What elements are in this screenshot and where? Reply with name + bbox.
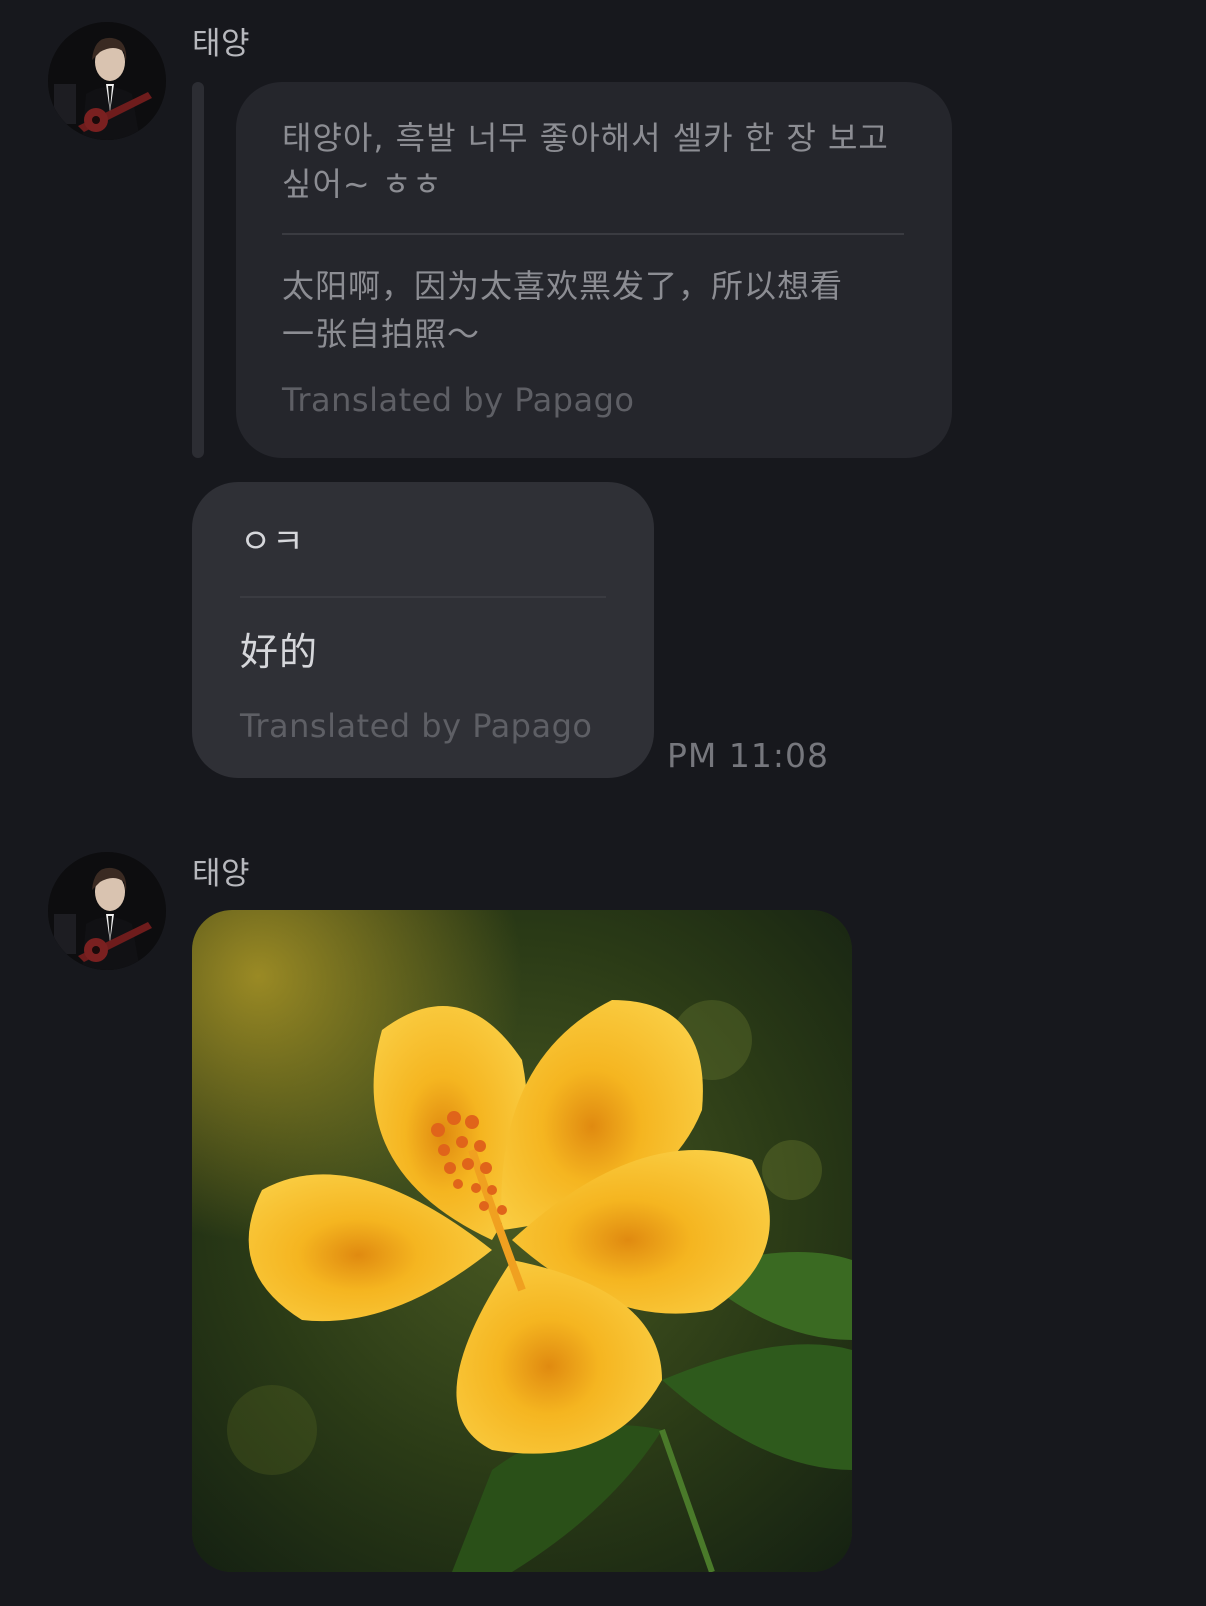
sender-name-2: 태양 [192, 856, 251, 892]
hibiscus-photo-icon [192, 910, 852, 1572]
reply-translation-text: 好的 [240, 630, 319, 674]
avatar-portrait-icon [48, 852, 166, 970]
reply-message-bubble[interactable]: ㅇㅋ 好的 Translated by Papago [192, 482, 654, 778]
reply-translated-by-label: Translated by Papago [240, 707, 593, 745]
quoted-original-line-2: 싶어~ ㅎㅎ [282, 165, 443, 203]
avatar-portrait-icon [48, 22, 166, 140]
image-message[interactable] [192, 910, 852, 1572]
sender-avatar-2[interactable] [48, 852, 166, 970]
quoted-translation-line-2: 一张自拍照～ [282, 315, 481, 353]
reply-quote-bar [192, 82, 204, 458]
reply-translation-divider [240, 596, 606, 598]
quoted-original-line-1: 태양아, 흑발 너무 좋아해서 셀카 한 장 보고 [282, 119, 889, 157]
message-timestamp: PM 11:08 [667, 736, 829, 775]
sender-avatar[interactable] [48, 22, 166, 140]
sender-name: 태양 [192, 26, 251, 62]
translated-by-label: Translated by Papago [282, 381, 635, 419]
reply-original-text: ㅇㅋ [240, 522, 305, 562]
quoted-translation-line-1: 太阳啊，因为太喜欢黑发了，所以想看 [282, 267, 844, 305]
translation-divider [282, 233, 904, 235]
quoted-message-bubble[interactable]: 태양아, 흑발 너무 좋아해서 셀카 한 장 보고 싶어~ ㅎㅎ 太阳啊，因为太… [236, 82, 952, 458]
